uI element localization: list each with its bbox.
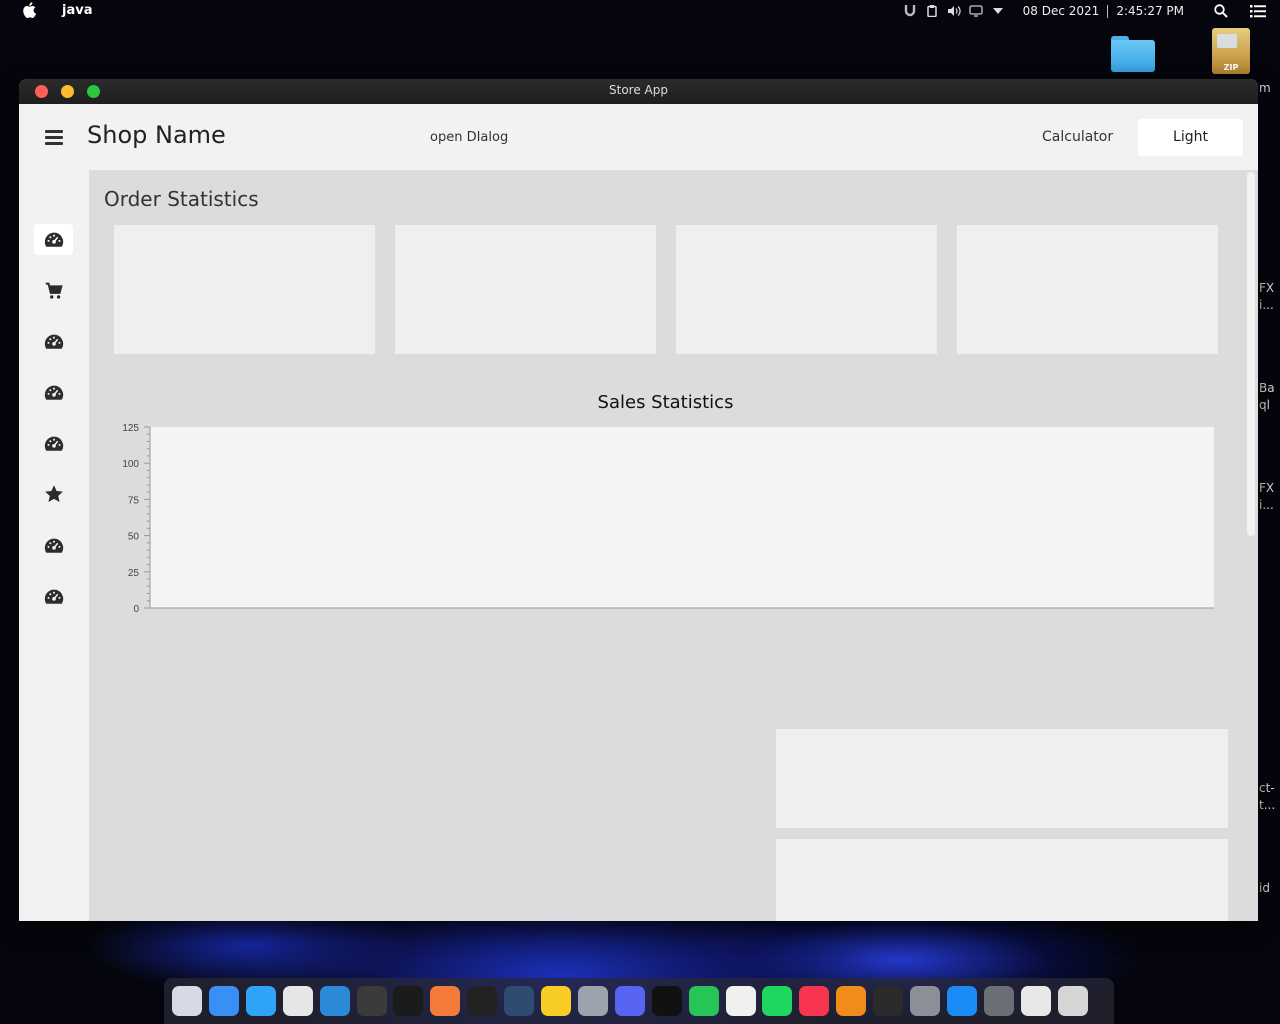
dashboard-icon bbox=[44, 538, 63, 553]
cart-icon bbox=[45, 282, 63, 299]
safari-icon[interactable] bbox=[245, 986, 276, 1016]
y-tick-label: 75 bbox=[128, 495, 140, 506]
whatsapp-icon[interactable] bbox=[688, 986, 719, 1016]
app-header: Shop Name open DIalog Calculator Light bbox=[19, 104, 1258, 169]
clipboard-icon[interactable] bbox=[921, 0, 943, 22]
hamburger-menu-icon[interactable] bbox=[45, 130, 63, 145]
launchpad-icon[interactable] bbox=[172, 986, 202, 1016]
theme-toggle-button[interactable]: Light bbox=[1138, 119, 1243, 156]
window-title: Store App bbox=[609, 83, 668, 97]
sales-statistics-title: Sales Statistics bbox=[597, 392, 734, 413]
background-window-text: i... bbox=[1259, 498, 1274, 512]
mysql-workbench-icon[interactable] bbox=[504, 986, 535, 1016]
active-app-name[interactable]: java bbox=[62, 3, 92, 18]
background-window-text: i... bbox=[1259, 298, 1274, 312]
order-stat-card bbox=[114, 225, 375, 354]
sidebar-item-dashboard-5[interactable] bbox=[34, 530, 73, 561]
background-window-text: Ba bbox=[1259, 381, 1275, 395]
photos-icon[interactable] bbox=[725, 986, 756, 1016]
desktop-folder-icon[interactable] bbox=[1111, 36, 1155, 72]
system-menubar: java 08 Dec 2021 2:45:27 PM bbox=[0, 0, 1280, 22]
intellij-icon[interactable] bbox=[393, 986, 424, 1016]
y-tick-label: 25 bbox=[128, 568, 140, 579]
background-window-text: FX bbox=[1259, 281, 1275, 295]
wifi-dropdown-icon[interactable] bbox=[987, 0, 1009, 22]
calculator-button[interactable]: Calculator bbox=[1034, 129, 1121, 145]
app-store-icon[interactable] bbox=[946, 986, 977, 1016]
background-window-text: ql bbox=[1259, 398, 1270, 412]
vlc-icon[interactable] bbox=[836, 986, 867, 1016]
spotlight-search-icon[interactable] bbox=[1206, 0, 1236, 22]
apple-menu-icon[interactable] bbox=[22, 2, 36, 22]
summary-card bbox=[776, 839, 1228, 921]
zip-label: ZIP bbox=[1223, 63, 1239, 72]
music-icon[interactable] bbox=[799, 986, 830, 1016]
magnet-icon[interactable] bbox=[899, 0, 921, 22]
screenshot-icon[interactable] bbox=[1057, 986, 1088, 1016]
chart-plot-area bbox=[150, 427, 1214, 608]
discord-icon[interactable] bbox=[614, 986, 645, 1016]
shop-name-title: Shop Name bbox=[87, 121, 226, 149]
main-content: Order Statistics Sales Statistics 0 25 50 7… bbox=[89, 170, 1258, 921]
y-tick-label: 100 bbox=[122, 459, 139, 470]
y-tick-label: 0 bbox=[133, 604, 139, 615]
postman-icon[interactable] bbox=[430, 986, 461, 1016]
dashboard-icon bbox=[44, 589, 63, 604]
vscode-icon[interactable] bbox=[319, 986, 350, 1016]
order-stat-card bbox=[676, 225, 937, 354]
trash-icon[interactable] bbox=[983, 986, 1014, 1016]
order-statistics-title: Order Statistics bbox=[104, 187, 259, 211]
finder-icon[interactable] bbox=[208, 986, 239, 1016]
xquartz-icon[interactable] bbox=[1020, 986, 1051, 1016]
background-window-text: ct- bbox=[1259, 781, 1275, 795]
sublime-icon[interactable] bbox=[356, 986, 387, 1016]
sidebar-item-cart[interactable] bbox=[34, 275, 73, 306]
volume-icon[interactable] bbox=[943, 0, 965, 22]
summary-card bbox=[776, 729, 1228, 828]
window-close-button[interactable] bbox=[35, 85, 48, 98]
open-dialog-button[interactable]: open DIalog bbox=[425, 130, 513, 145]
terminal-icon[interactable] bbox=[873, 986, 904, 1016]
sidebar-item-dashboard[interactable] bbox=[34, 224, 73, 255]
star-icon bbox=[44, 484, 63, 502]
sidebar-item-favorites[interactable] bbox=[34, 478, 73, 509]
order-stat-card bbox=[957, 225, 1218, 354]
vertical-scrollbar[interactable] bbox=[1247, 172, 1255, 536]
dashboard-icon bbox=[44, 334, 63, 349]
y-tick-label: 125 bbox=[122, 423, 139, 434]
database-icon[interactable] bbox=[577, 986, 608, 1016]
background-window-text: m bbox=[1259, 81, 1271, 95]
background-window-text: id bbox=[1259, 881, 1270, 895]
bee-icon[interactable] bbox=[541, 986, 571, 1016]
background-window-text: t... bbox=[1259, 798, 1276, 812]
sales-chart: 0 25 50 75 100 125 bbox=[122, 423, 1214, 615]
background-window-text: FX bbox=[1259, 481, 1275, 495]
sidebar-item-dashboard-6[interactable] bbox=[34, 581, 73, 612]
dashboard-icon bbox=[44, 385, 63, 400]
dashboard-icon bbox=[44, 232, 63, 247]
order-stat-card bbox=[395, 225, 656, 354]
sidebar-nav bbox=[19, 169, 89, 921]
sidebar-item-dashboard-2[interactable] bbox=[34, 326, 73, 357]
dock bbox=[164, 978, 1114, 1024]
desktop-zip-file-icon[interactable]: ZIP bbox=[1212, 28, 1250, 74]
window-titlebar[interactable]: Store App bbox=[19, 79, 1258, 104]
control-center-icon[interactable] bbox=[1236, 0, 1280, 22]
menubar-status-area: 08 Dec 2021 2:45:27 PM bbox=[899, 0, 1280, 22]
store-app-window: Store App Shop Name open DIalog Calculat… bbox=[19, 79, 1258, 921]
dashboard-icon bbox=[44, 436, 63, 451]
spotify-icon[interactable] bbox=[762, 986, 793, 1016]
menubar-time[interactable]: 2:45:27 PM bbox=[1108, 4, 1192, 18]
settings-icon[interactable] bbox=[910, 986, 940, 1016]
terminal-dev-icon[interactable] bbox=[467, 986, 498, 1016]
y-tick-label: 50 bbox=[128, 532, 140, 543]
display-icon[interactable] bbox=[965, 0, 987, 22]
github-icon[interactable] bbox=[651, 986, 682, 1016]
window-maximize-button[interactable] bbox=[87, 85, 100, 98]
window-minimize-button[interactable] bbox=[61, 85, 74, 98]
menubar-date[interactable]: 08 Dec 2021 bbox=[1015, 4, 1108, 18]
sidebar-item-dashboard-4[interactable] bbox=[34, 428, 73, 459]
sidebar-item-dashboard-3[interactable] bbox=[34, 377, 73, 408]
chrome-icon[interactable] bbox=[282, 986, 313, 1016]
